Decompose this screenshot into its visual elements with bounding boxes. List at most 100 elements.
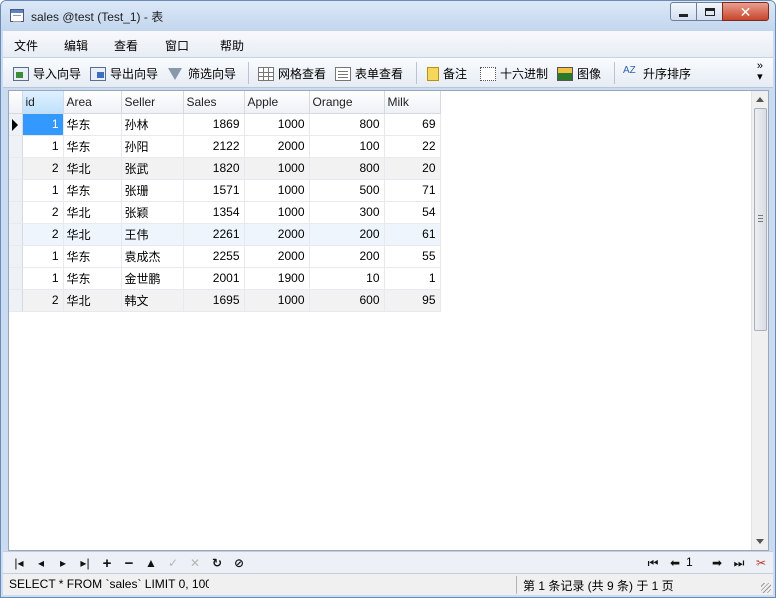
row-indicator[interactable]	[9, 245, 23, 268]
table-cell[interactable]: 2000	[244, 135, 310, 158]
table-cell[interactable]: 2255	[183, 245, 245, 268]
table-cell[interactable]: 张珊	[121, 179, 184, 202]
form-view-button[interactable]: 表单查看	[335, 65, 403, 82]
menu-view[interactable]: 查看	[114, 37, 138, 54]
menu-window[interactable]: 窗口	[165, 37, 189, 54]
add-record-button[interactable]: +	[99, 555, 115, 572]
table-cell[interactable]: 800	[309, 113, 385, 136]
menu-help[interactable]: 帮助	[220, 37, 244, 54]
filter-wizard-button[interactable]: 筛选向导	[168, 65, 236, 82]
table-cell[interactable]: 2261	[183, 223, 245, 246]
table-cell[interactable]: 61	[384, 223, 441, 246]
table-cell[interactable]: 200	[309, 245, 385, 268]
table-row[interactable]: 1 华东 孙阳 2122 2000 100 22	[9, 135, 441, 158]
table-cell[interactable]: 1	[22, 245, 64, 268]
table-cell[interactable]: 69	[384, 113, 441, 136]
column-header[interactable]: Apple	[244, 91, 310, 114]
table-cell[interactable]: 800	[309, 157, 385, 180]
row-indicator[interactable]	[9, 135, 23, 158]
scroll-down-icon[interactable]	[756, 539, 764, 544]
table-cell[interactable]: 200	[309, 223, 385, 246]
table-cell[interactable]: 1900	[244, 267, 310, 290]
next-record-button[interactable]: ▸	[55, 555, 71, 571]
last-record-button[interactable]: ▸|	[77, 555, 93, 571]
table-cell[interactable]: 2001	[183, 267, 245, 290]
table-cell[interactable]: 2	[22, 289, 64, 312]
title-bar[interactable]: sales @test (Test_1) - 表 ✕	[1, 1, 775, 31]
limit-settings-button[interactable]: ✂	[753, 555, 769, 571]
table-cell[interactable]: 孙阳	[121, 135, 184, 158]
table-row[interactable]: 2 华北 张颖 1354 1000 300 54	[9, 201, 441, 224]
table-cell[interactable]: 张武	[121, 157, 184, 180]
table-cell[interactable]: 300	[309, 201, 385, 224]
table-row[interactable]: 1 华东 袁成杰 2255 2000 200 55	[9, 245, 441, 268]
previous-page-button[interactable]: ⬅	[667, 555, 683, 571]
table-cell[interactable]: 1000	[244, 289, 310, 312]
minimize-button[interactable]	[670, 2, 697, 21]
table-cell[interactable]: 1000	[244, 157, 310, 180]
table-row[interactable]: 1 华东 金世鹏 2001 1900 10 1	[9, 267, 441, 290]
row-indicator[interactable]	[9, 157, 23, 180]
row-indicator[interactable]	[9, 267, 23, 290]
close-button[interactable]: ✕	[722, 2, 769, 21]
table-cell[interactable]: 55	[384, 245, 441, 268]
column-header[interactable]: Sales	[183, 91, 245, 114]
table-cell[interactable]: 1	[22, 113, 64, 136]
table-cell[interactable]: 1571	[183, 179, 245, 202]
menu-file[interactable]: 文件	[14, 37, 38, 54]
table-cell[interactable]: 10	[309, 267, 385, 290]
table-cell[interactable]: 500	[309, 179, 385, 202]
resize-grip-icon[interactable]	[761, 583, 771, 593]
table-cell[interactable]: 1000	[244, 113, 310, 136]
table-cell[interactable]: 华东	[63, 245, 122, 268]
table-cell[interactable]: 95	[384, 289, 441, 312]
memo-button[interactable]: 备注	[427, 65, 467, 82]
column-header[interactable]: Seller	[121, 91, 184, 114]
table-row[interactable]: 2 华北 韩文 1695 1000 600 95	[9, 289, 441, 312]
table-cell[interactable]: 华东	[63, 267, 122, 290]
table-cell[interactable]: 王伟	[121, 223, 184, 246]
table-cell[interactable]: 袁成杰	[121, 245, 184, 268]
data-grid[interactable]: id Area Seller Sales Apple Orange Milk 1…	[8, 90, 769, 551]
table-cell[interactable]: 华东	[63, 113, 122, 136]
sort-ascending-button[interactable]: AZ 升序排序	[623, 65, 691, 82]
first-page-button[interactable]: ⏮	[645, 555, 661, 571]
apply-changes-button[interactable]: ✓	[165, 555, 181, 571]
table-cell[interactable]: 71	[384, 179, 441, 202]
table-cell[interactable]: 600	[309, 289, 385, 312]
vertical-scrollbar[interactable]	[751, 91, 768, 550]
table-row[interactable]: 1 华东 张珊 1571 1000 500 71	[9, 179, 441, 202]
table-cell[interactable]: 1869	[183, 113, 245, 136]
table-cell[interactable]: 韩文	[121, 289, 184, 312]
table-cell[interactable]: 1695	[183, 289, 245, 312]
refresh-button[interactable]: ↻	[209, 555, 225, 571]
table-cell[interactable]: 华北	[63, 223, 122, 246]
grid-view-button[interactable]: 网格查看	[258, 65, 326, 82]
table-cell[interactable]: 华北	[63, 289, 122, 312]
hex-button[interactable]: 十六进制	[480, 65, 548, 82]
table-cell[interactable]: 1354	[183, 201, 245, 224]
column-header[interactable]: Milk	[384, 91, 441, 114]
export-wizard-button[interactable]: 导出向导	[90, 65, 158, 82]
column-header[interactable]: id	[22, 91, 64, 114]
table-cell[interactable]: 22	[384, 135, 441, 158]
first-record-button[interactable]: |◂	[11, 555, 27, 571]
last-page-button[interactable]: ⏭	[731, 555, 747, 571]
table-cell[interactable]: 华东	[63, 179, 122, 202]
scrollbar-thumb[interactable]	[754, 108, 767, 331]
maximize-button[interactable]	[696, 2, 723, 21]
table-cell[interactable]: 1	[22, 267, 64, 290]
import-wizard-button[interactable]: 导入向导	[13, 65, 81, 82]
table-cell[interactable]: 2	[22, 201, 64, 224]
table-cell[interactable]: 1	[384, 267, 441, 290]
table-cell[interactable]: 2000	[244, 223, 310, 246]
table-cell[interactable]: 1820	[183, 157, 245, 180]
table-cell[interactable]: 华东	[63, 135, 122, 158]
row-indicator[interactable]	[9, 179, 23, 202]
table-cell[interactable]: 1000	[244, 201, 310, 224]
table-row[interactable]: 2 华北 张武 1820 1000 800 20	[9, 157, 441, 180]
menu-edit[interactable]: 编辑	[64, 37, 88, 54]
table-cell[interactable]: 2	[22, 223, 64, 246]
table-cell[interactable]: 金世鹏	[121, 267, 184, 290]
table-cell[interactable]: 100	[309, 135, 385, 158]
